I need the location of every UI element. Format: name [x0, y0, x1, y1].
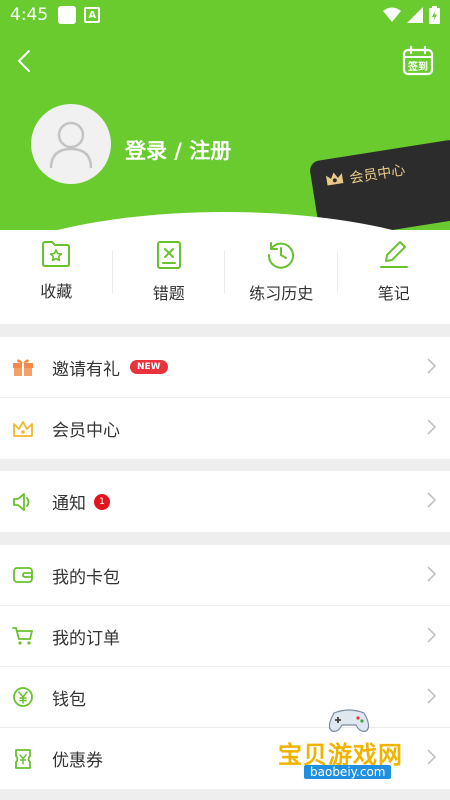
vip-card-label: 会员中心 [348, 162, 407, 187]
login-register-link[interactable]: 登录 / 注册 [125, 135, 231, 165]
chevron-left-icon [18, 50, 30, 72]
crown-icon [12, 418, 34, 440]
chevron-right-icon [427, 566, 436, 582]
quick-notes-label: 笔记 [377, 284, 410, 303]
menu-my-orders[interactable]: 我的订单 [0, 606, 450, 667]
coupon-icon [12, 748, 34, 770]
quick-favorites-label: 收藏 [40, 282, 73, 301]
default-avatar-icon [49, 121, 93, 169]
quick-notes[interactable]: 笔记 [338, 230, 450, 324]
avatar[interactable] [31, 104, 111, 184]
status-bar: 4:45 A [0, 0, 450, 30]
calendar-checkin-icon: 签到 [402, 45, 434, 76]
notification-a-icon: A [84, 7, 101, 23]
profile-header: 签到 登录 / 注册 会员中心 [0, 30, 450, 230]
menu-invite-gift-label: 邀请有礼 [52, 359, 120, 380]
wrong-question-icon [156, 241, 181, 269]
quick-actions: 收藏 错题 练习历史 笔记 [0, 230, 450, 324]
speaker-icon [12, 491, 34, 513]
menu-my-orders-label: 我的订单 [52, 628, 120, 649]
star-folder-icon [42, 241, 71, 267]
chevron-right-icon [427, 358, 436, 374]
menu-vip-center-label: 会员中心 [52, 421, 120, 441]
quick-favorites[interactable]: 收藏 [0, 230, 113, 324]
chevron-right-icon [427, 688, 436, 704]
menu-card-wallet[interactable]: 我的卡包 [0, 545, 450, 606]
quick-practice-history-label: 练习历史 [249, 284, 314, 303]
menu-invite-gift[interactable]: 邀请有礼 NEW [0, 337, 450, 398]
wifi-icon [383, 7, 401, 22]
checkin-button[interactable]: 签到 [402, 45, 434, 76]
crown-icon [325, 172, 344, 186]
chevron-right-icon [427, 627, 436, 643]
wallet-card-icon [12, 564, 34, 586]
menu-card-wallet-label: 我的卡包 [52, 567, 120, 588]
battery-icon [429, 6, 440, 24]
gamepad-icon [328, 709, 370, 732]
chevron-right-icon [427, 492, 436, 508]
menu-vip-center[interactable]: 会员中心 [0, 398, 450, 459]
pencil-icon [379, 241, 408, 268]
watermark-url: baobeiy.com [304, 765, 392, 779]
menu-notifications[interactable]: 通知 1 [0, 471, 450, 532]
site-watermark: 宝贝游戏网 baobeiy.com [268, 705, 428, 785]
new-badge: NEW [130, 360, 168, 374]
notification-square-icon [58, 6, 77, 24]
menu-group-invite: 邀请有礼 NEW 会员中心 [0, 337, 450, 459]
menu-notifications-label: 通知 [52, 494, 86, 514]
vip-center-card[interactable]: 会员中心 [308, 138, 450, 230]
checkin-label: 签到 [407, 60, 428, 73]
cart-icon [12, 625, 34, 647]
status-time: 4:45 [10, 5, 49, 25]
gift-icon [12, 356, 34, 378]
yuan-coin-icon [12, 686, 34, 708]
quick-wrong-questions[interactable]: 错题 [113, 230, 225, 324]
chevron-right-icon [427, 749, 436, 765]
menu-wallet-label: 钱包 [52, 689, 86, 710]
chevron-right-icon [427, 419, 436, 435]
quick-wrong-questions-label: 错题 [152, 284, 185, 303]
notification-count-badge: 1 [94, 493, 110, 510]
back-button[interactable] [10, 46, 38, 76]
history-clock-icon [268, 242, 295, 269]
menu-group-notify: 通知 1 [0, 471, 450, 532]
quick-practice-history[interactable]: 练习历史 [225, 230, 338, 324]
menu-coupons-label: 优惠券 [52, 751, 103, 771]
signal-icon [407, 7, 423, 23]
